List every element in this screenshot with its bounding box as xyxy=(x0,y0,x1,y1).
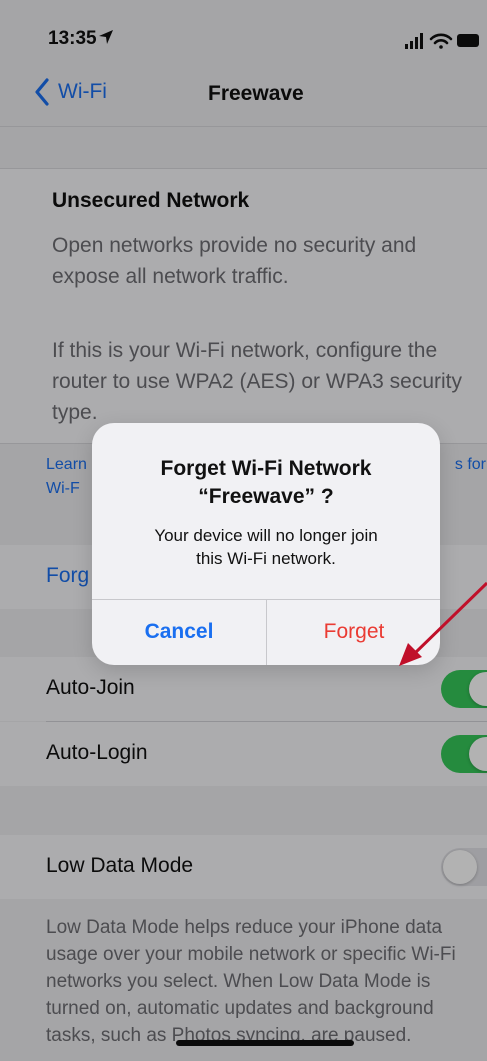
alert-message: Your device will no longer join this Wi-… xyxy=(92,524,440,570)
cancel-button[interactable]: Cancel xyxy=(92,599,266,665)
alert-message-line1: Your device will no longer join xyxy=(154,526,378,545)
forget-button[interactable]: Forget xyxy=(267,599,440,665)
phone-screen: 13:35 Wi-Fi Freewave Unsecured Network O… xyxy=(0,0,487,1061)
forget-network-alert: Forget Wi-Fi Network “Freewave” ? Your d… xyxy=(92,423,440,665)
alert-title: Forget Wi-Fi Network “Freewave” ? xyxy=(92,455,440,511)
alert-title-line2: “Freewave” ? xyxy=(198,485,334,508)
alert-message-line2: this Wi-Fi network. xyxy=(196,549,336,568)
alert-title-line1: Forget Wi-Fi Network xyxy=(160,457,372,480)
